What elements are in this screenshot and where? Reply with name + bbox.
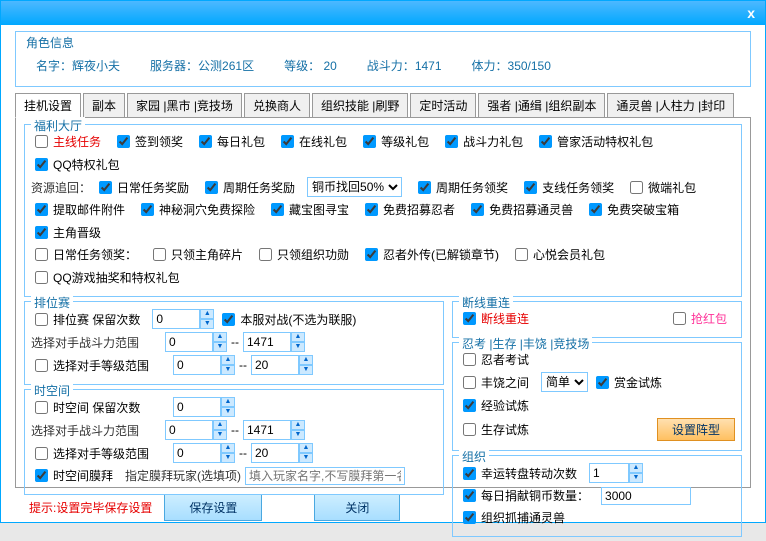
chk-daily-gift[interactable]: 每日礼包 <box>195 132 265 151</box>
space-power-min-input[interactable] <box>165 420 213 440</box>
org-legend: 组织 <box>459 448 489 465</box>
chk-micro-gift[interactable]: 微端礼包 <box>626 178 696 197</box>
spin-down-icon[interactable]: ▼ <box>200 319 214 329</box>
chk-signin[interactable]: 签到领奖 <box>113 132 183 151</box>
main-window: x 角色信息 名字：辉夜小夫 服务器：公测261区 等级： 20 战斗力：147… <box>0 0 766 523</box>
chk-treasure-map[interactable]: 藏宝图寻宝 <box>267 200 349 219</box>
reconnect-legend: 断线重连 <box>459 294 513 311</box>
chk-free-break[interactable]: 免费突破宝箱 <box>585 200 679 219</box>
chk-rank-level-range[interactable]: 选择对手等级范围 <box>31 356 161 375</box>
chk-local-battle[interactable]: 本服对战(不选为联服) <box>218 310 356 329</box>
chk-donate[interactable]: 每日捐献铜币数量： <box>459 486 589 505</box>
chk-branch-collect[interactable]: 支线任务领奖 <box>520 178 614 197</box>
reconnect-fieldset: 断线重连 断线重连 抢红包 <box>452 301 742 338</box>
chk-free-ninja[interactable]: 免费招募忍者 <box>361 200 455 219</box>
chk-space-worship[interactable]: 时空间膜拜 <box>31 466 113 485</box>
worship-player-input[interactable] <box>245 467 405 485</box>
chk-redpacket[interactable]: 抢红包 <box>669 309 727 328</box>
chk-lucky-wheel[interactable]: 幸运转盘转动次数 <box>459 464 577 483</box>
chk-exp-trial[interactable]: 经验试炼 <box>459 396 529 415</box>
chk-daily-task-reward[interactable]: 日常任务奖励 <box>95 178 189 197</box>
rank-keep-input[interactable] <box>152 309 200 329</box>
welfare-legend: 福利大厅 <box>31 117 85 134</box>
formation-button[interactable]: 设置阵型 <box>657 418 735 441</box>
rank-fieldset: 排位赛 排位赛 保留次数 ▲▼ 本服对战(不选为联服) 选择对手战斗力范围 ▲▼… <box>24 301 444 385</box>
chk-qq-game-lottery[interactable]: QQ游戏抽奖和特权礼包 <box>31 268 180 287</box>
chk-xinyue[interactable]: 心悦会员礼包 <box>511 245 605 264</box>
chk-cave-explore[interactable]: 神秘洞穴免费探险 <box>137 200 255 219</box>
rank-power-min-input[interactable] <box>165 332 213 352</box>
space-power-max-input[interactable] <box>243 420 291 440</box>
copper-recover-select[interactable]: 铜币找回50% <box>307 177 402 197</box>
donate-amount-input[interactable] <box>601 487 691 505</box>
chk-period-collect[interactable]: 周期任务领奖 <box>414 178 508 197</box>
lucky-count-input[interactable] <box>589 463 629 483</box>
org-fieldset: 组织 幸运转盘转动次数 ▲▼ 每日捐献铜币数量： 组织抓捕通灵兽 <box>452 455 742 537</box>
tab-dungeon[interactable]: 副本 <box>83 93 125 117</box>
rank-power-max-input[interactable] <box>243 332 291 352</box>
close-button[interactable]: 关闭 <box>314 494 400 521</box>
save-button[interactable]: 保存设置 <box>164 494 262 521</box>
chk-fengrao[interactable]: 丰饶之间 <box>459 373 529 392</box>
chk-bounty-trial[interactable]: 赏金试炼 <box>592 373 662 392</box>
space-level-max-input[interactable] <box>251 443 299 463</box>
chk-space-level-range[interactable]: 选择对手等级范围 <box>31 444 161 463</box>
chk-level-gift[interactable]: 等级礼包 <box>359 132 429 151</box>
chk-ninja-gaiden[interactable]: 忍者外传(已解锁章节) <box>361 245 499 264</box>
tab-strong-wanted[interactable]: 强者 |通缉 |组织副本 <box>478 93 605 117</box>
chk-qq-priv-gift[interactable]: QQ特权礼包 <box>31 155 120 174</box>
rank-power-range-label: 选择对手战斗力范围 <box>31 334 161 351</box>
tab-exchange[interactable]: 兑换商人 <box>244 93 310 117</box>
chk-space-keep[interactable]: 时空间 保留次数 <box>31 398 161 417</box>
chk-daily-collect[interactable]: 日常任务领奖： <box>31 245 137 264</box>
chk-rank-keep[interactable]: 排位赛 保留次数 <box>31 310 140 329</box>
charinfo-row: 名字：辉夜小夫 服务器：公测261区 等级： 20 战斗力：1471 体力：35… <box>26 53 740 78</box>
tab-hangup-settings[interactable]: 挂机设置 <box>15 93 81 118</box>
spin-up-icon[interactable]: ▲ <box>200 309 214 319</box>
hint-text: 提示:设置完毕保存设置 <box>29 499 152 516</box>
titlebar: x <box>1 1 765 25</box>
space-level-min-input[interactable] <box>173 443 221 463</box>
tab-timed-event[interactable]: 定时活动 <box>410 93 476 117</box>
close-icon[interactable]: x <box>747 5 755 21</box>
chk-only-fragment[interactable]: 只领主角碎片 <box>149 245 243 264</box>
charinfo-title: 角色信息 <box>26 34 740 51</box>
space-fieldset: 时空间 时空间 保留次数 ▲▼ 选择对手战斗力范围 ▲▼ -- ▲▼ <box>24 389 444 495</box>
tab-bar: 挂机设置 副本 家园 |黑市 |竞技场 兑换商人 组织技能 |刷野 定时活动 强… <box>15 93 751 118</box>
chk-power-gift[interactable]: 战斗力礼包 <box>441 132 523 151</box>
chk-free-beast[interactable]: 免费招募通灵兽 <box>467 200 573 219</box>
survive-legend: 忍考 |生存 |丰饶 |竞技场 <box>459 335 592 352</box>
rank-level-max-input[interactable] <box>251 355 299 375</box>
rank-legend: 排位赛 <box>31 294 73 311</box>
content-area: 角色信息 名字：辉夜小夫 服务器：公测261区 等级： 20 战斗力：1471 … <box>1 25 765 527</box>
tab-org-skill[interactable]: 组织技能 |刷野 <box>312 93 408 117</box>
welfare-fieldset: 福利大厅 主线任务 签到领奖 每日礼包 在线礼包 等级礼包 战斗力礼包 管家活动… <box>24 124 742 297</box>
character-info-box: 角色信息 名字：辉夜小夫 服务器：公测261区 等级： 20 战斗力：1471 … <box>15 31 751 87</box>
chk-ninja-exam[interactable]: 忍者考试 <box>459 350 529 369</box>
chk-online-gift[interactable]: 在线礼包 <box>277 132 347 151</box>
chk-period-task-reward[interactable]: 周期任务奖励 <box>201 178 295 197</box>
worship-target-label: 指定膜拜玩家(选填项) <box>125 467 241 484</box>
tab-home-market-arena[interactable]: 家园 |黑市 |竞技场 <box>127 93 242 117</box>
space-legend: 时空间 <box>31 382 73 399</box>
chk-mail-attach[interactable]: 提取邮件附件 <box>31 200 125 219</box>
chk-survive-trial[interactable]: 生存试炼 <box>459 420 529 439</box>
tab-spirit-beast[interactable]: 通灵兽 |人柱力 |封印 <box>607 93 734 117</box>
chk-promote[interactable]: 主角晋级 <box>31 223 101 242</box>
chk-reconnect[interactable]: 断线重连 <box>459 309 529 328</box>
chk-only-merit[interactable]: 只领组织功勋 <box>255 245 349 264</box>
survive-fieldset: 忍考 |生存 |丰饶 |竞技场 忍者考试 丰饶之间 简单 赏金试炼 经验试炼 生… <box>452 342 742 451</box>
main-panel: 福利大厅 主线任务 签到领奖 每日礼包 在线礼包 等级礼包 战斗力礼包 管家活动… <box>15 118 751 488</box>
chk-main-quest[interactable]: 主线任务 <box>31 132 101 151</box>
space-power-range-label: 选择对手战斗力范围 <box>31 422 161 439</box>
chk-catch-beast[interactable]: 组织抓捕通灵兽 <box>459 508 565 527</box>
space-keep-input[interactable] <box>173 397 221 417</box>
resource-recover-label: 资源追回： <box>31 179 91 196</box>
chk-butler-gift[interactable]: 管家活动特权礼包 <box>535 132 653 151</box>
rank-level-min-input[interactable] <box>173 355 221 375</box>
difficulty-select[interactable]: 简单 <box>541 372 588 392</box>
